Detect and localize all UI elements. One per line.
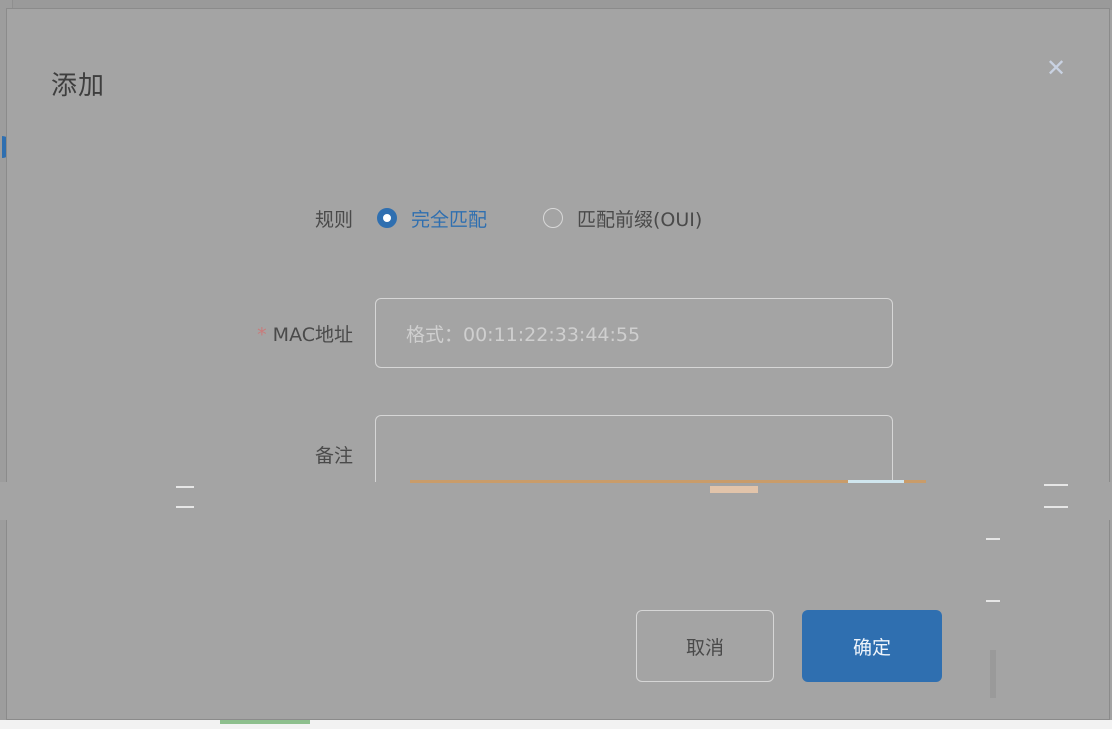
bottom-edge	[0, 720, 1112, 729]
glitch-line	[176, 506, 194, 508]
glitch-line	[986, 600, 1000, 602]
mac-label-text: MAC地址	[272, 323, 353, 346]
render-glitch-band	[0, 482, 1112, 520]
page: 添加 ✕ 规则 完全匹配 匹配前缀(OUI) * MAC地址 格式：00:11:2…	[0, 0, 1112, 729]
radio-unselected-icon	[543, 208, 564, 228]
glitch-line	[848, 480, 904, 483]
mac-label: * MAC地址	[7, 320, 353, 347]
glitch-line	[1044, 484, 1068, 486]
radio-prefix-match-label: 匹配前缀(OUI)	[577, 208, 703, 231]
background-green-bar	[220, 720, 310, 724]
dialog-title: 添加	[51, 71, 106, 101]
radio-selected-icon	[377, 208, 397, 228]
note-label: 备注	[314, 445, 353, 467]
glitch-line	[986, 538, 1000, 540]
required-mark: *	[257, 323, 267, 346]
mac-row: * MAC地址 格式：00:11:22:33:44:55	[7, 297, 1111, 369]
note-row: 备注	[7, 415, 1111, 485]
radio-prefix-match[interactable]: 匹配前缀(OUI)	[543, 205, 702, 232]
rule-row: 规则 完全匹配 匹配前缀(OUI)	[7, 201, 1111, 235]
radio-exact-match[interactable]: 完全匹配	[377, 205, 487, 232]
close-icon[interactable]: ✕	[1045, 56, 1067, 80]
glitch-line	[710, 486, 758, 493]
add-dialog: 添加 ✕ 规则 完全匹配 匹配前缀(OUI) * MAC地址 格式：00:11:2…	[6, 8, 1110, 720]
glitch-line	[176, 486, 194, 488]
mac-address-input[interactable]: 格式：00:11:22:33:44:55	[375, 298, 893, 368]
rule-label: 规则	[314, 208, 353, 231]
mac-placeholder: 格式：00:11:22:33:44:55	[406, 323, 641, 346]
note-textarea[interactable]	[375, 415, 893, 485]
confirm-button[interactable]: 确定	[802, 610, 942, 682]
radio-exact-match-label: 完全匹配	[411, 208, 488, 231]
glitch-line	[1044, 506, 1068, 508]
cancel-button[interactable]: 取消	[636, 610, 774, 682]
glitch-line	[990, 650, 996, 698]
